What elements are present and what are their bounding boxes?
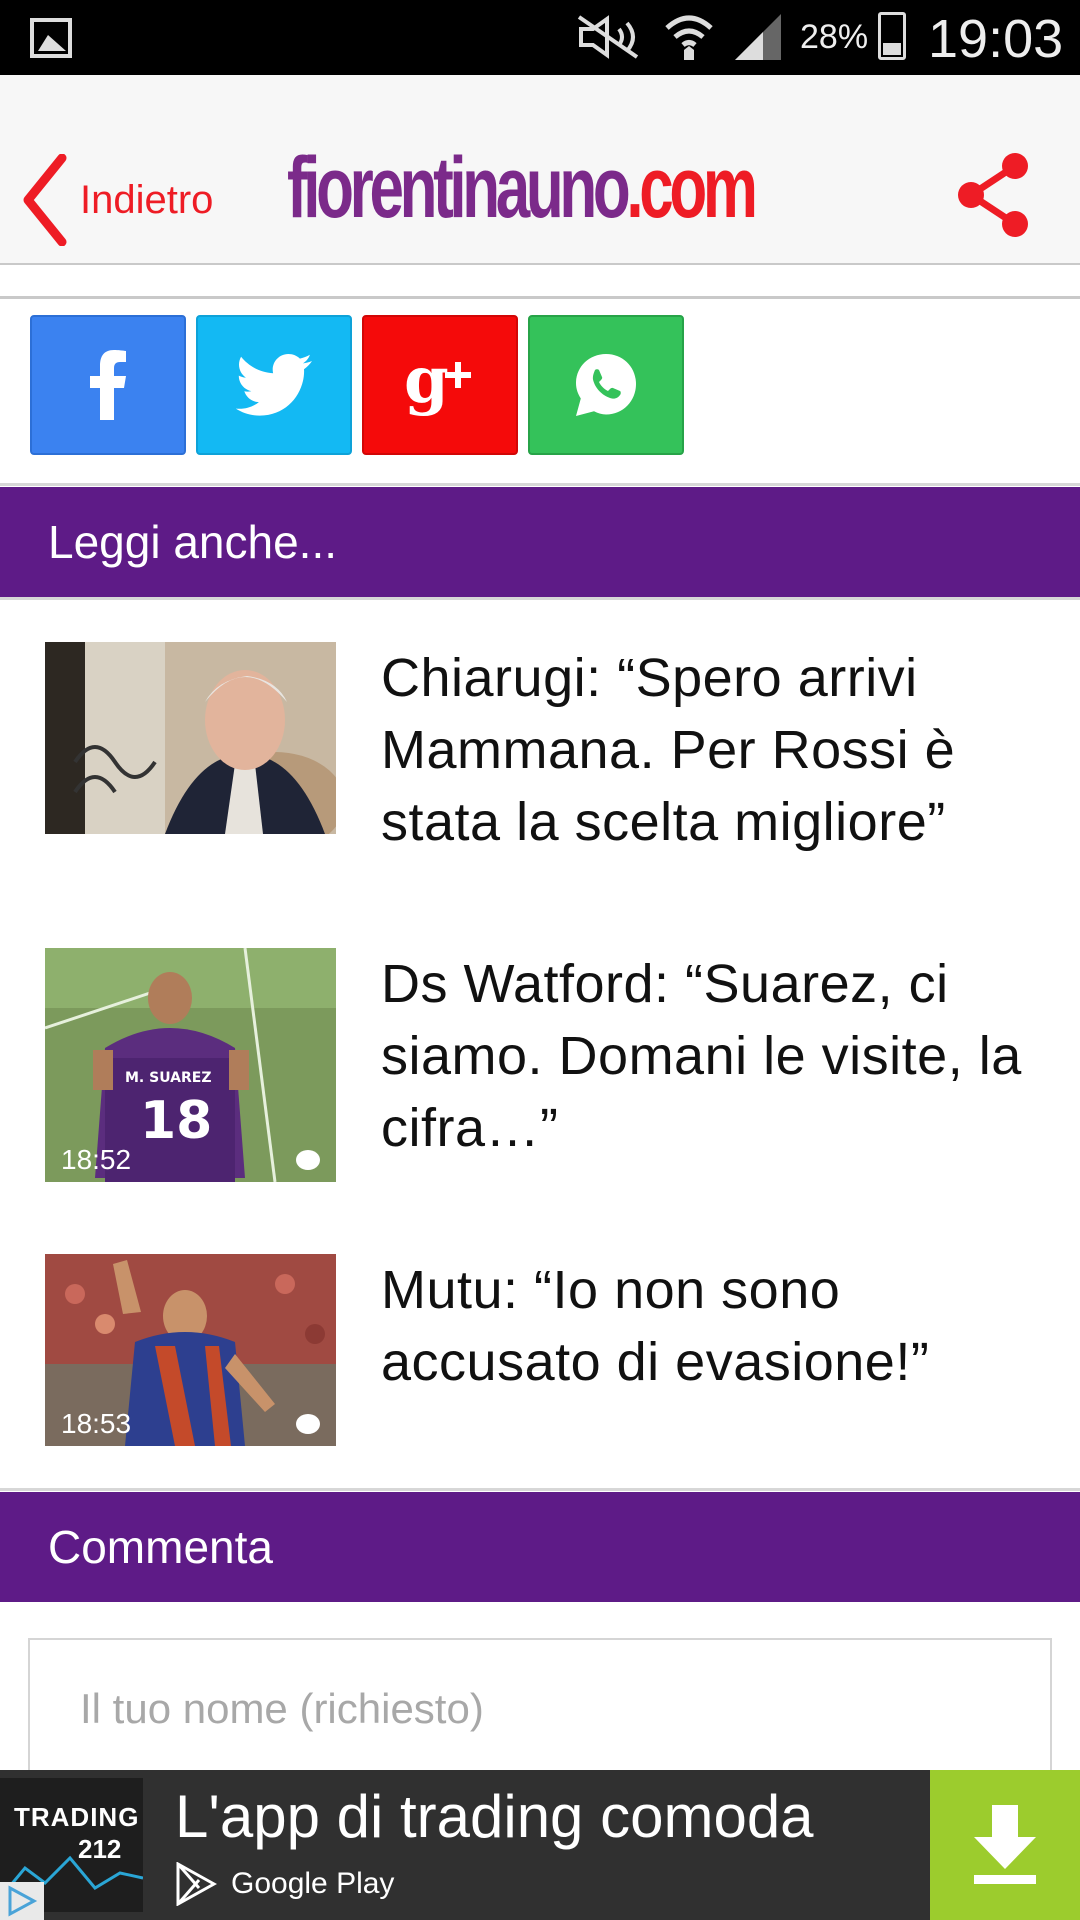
status-bar: 28% 19:03 xyxy=(0,0,1080,75)
google-play-badge[interactable]: Google Play xyxy=(175,1862,394,1906)
article-thumbnail xyxy=(45,642,336,834)
google-plus-icon: g xyxy=(404,350,471,418)
svg-text:M. SUAREZ: M. SUAREZ xyxy=(125,1070,211,1086)
twitter-icon xyxy=(236,354,312,416)
play-triangle-icon xyxy=(8,1885,38,1917)
logo-tld: .com xyxy=(626,140,758,236)
share-bar: g xyxy=(30,315,684,455)
article-thumbnail: 18:53 xyxy=(45,1254,336,1446)
signal-icon xyxy=(735,14,781,60)
chevron-left-icon xyxy=(23,154,67,246)
status-icons xyxy=(575,12,785,62)
ad-choices-icon[interactable] xyxy=(0,1882,44,1920)
ad-headline: L'app di trading comoda xyxy=(175,1783,814,1850)
logo-main: fiorentinauno xyxy=(287,140,631,236)
facebook-icon xyxy=(90,350,126,420)
divider xyxy=(0,597,1080,600)
article-title: Chiarugi: “Spero arrivi Mammana. Per Ros… xyxy=(381,648,956,852)
article-time: 18:52 xyxy=(61,1144,132,1175)
article-time: 18:53 xyxy=(61,1408,132,1439)
battery-percent: 28% xyxy=(800,18,869,56)
mute-icon xyxy=(577,15,639,59)
google-play-label: Google Play xyxy=(231,1867,395,1900)
whatsapp-share-button[interactable] xyxy=(528,315,684,455)
svg-text:18: 18 xyxy=(140,1091,212,1151)
name-input[interactable]: Il tuo nome (richiesto) xyxy=(28,1638,1052,1788)
name-input-placeholder: Il tuo nome (richiesto) xyxy=(80,1685,484,1732)
ad-banner[interactable]: TRADING 212 L'app di trading comoda Goog… xyxy=(0,1770,1080,1920)
comment-bubble-icon xyxy=(296,1414,320,1434)
wifi-icon xyxy=(665,15,713,60)
comment-bubble-icon xyxy=(296,1150,320,1170)
comment-section-header: Commenta xyxy=(0,1492,1080,1602)
google-play-icon xyxy=(176,1862,217,1906)
article-title: Ds Watford: “Suarez, ci siamo. Domani le… xyxy=(381,954,1022,1158)
related-section-header: Leggi anche... xyxy=(0,487,1080,597)
divider xyxy=(0,483,1080,486)
twitter-share-button[interactable] xyxy=(196,315,352,455)
battery-fill xyxy=(883,43,901,55)
whatsapp-icon xyxy=(576,354,636,416)
back-button[interactable]: Indietro xyxy=(20,150,213,250)
related-article[interactable]: Chiarugi: “Spero arrivi Mammana. Per Ros… xyxy=(45,642,1045,858)
back-label: Indietro xyxy=(80,177,214,222)
download-icon xyxy=(974,1805,1036,1884)
gallery-icon xyxy=(30,18,72,58)
article-thumbnail: M. SUAREZ 18 18:52 xyxy=(45,948,336,1182)
share-icon[interactable] xyxy=(955,150,1035,240)
header-divider xyxy=(0,296,1080,299)
google-plus-share-button[interactable]: g xyxy=(362,315,518,455)
related-article[interactable]: 18:53 Mutu: “Io non sono accusato di eva… xyxy=(45,1254,1045,1446)
divider xyxy=(0,1488,1080,1491)
article-title: Mutu: “Io non sono accusato di evasione!… xyxy=(381,1260,930,1392)
facebook-share-button[interactable] xyxy=(30,315,186,455)
related-article[interactable]: M. SUAREZ 18 18:52 Ds Watford: “Suarez, … xyxy=(45,948,1045,1182)
battery-icon xyxy=(878,12,906,60)
svg-text:g: g xyxy=(404,350,449,418)
article-photo xyxy=(45,642,336,834)
clock: 19:03 xyxy=(928,9,1064,69)
ad-download-button[interactable] xyxy=(930,1770,1080,1920)
site-logo[interactable]: fiorentinauno.com xyxy=(287,145,758,231)
